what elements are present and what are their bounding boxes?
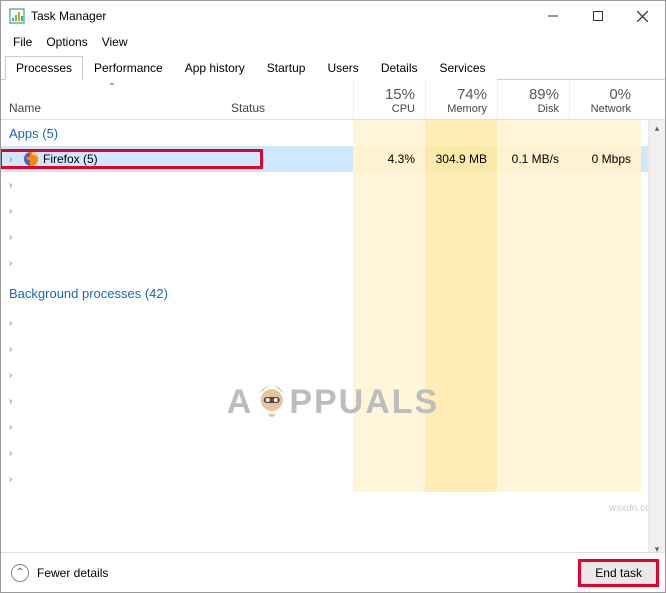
expand-chevron-icon[interactable]: › (9, 180, 19, 191)
expand-chevron-icon[interactable]: › (9, 154, 19, 165)
footer: ⌃ Fewer details End task (1, 552, 665, 592)
column-network[interactable]: 0% Network (569, 80, 641, 119)
maximize-button[interactable] (575, 1, 620, 31)
tab-startup[interactable]: Startup (256, 56, 317, 80)
column-headers: ⌃ Name Status 15% CPU 74% Memory 89% Dis… (1, 80, 665, 120)
process-name-cell: › Firefox (5) (1, 151, 261, 167)
expand-chevron-icon[interactable]: › (9, 474, 19, 485)
process-row-firefox[interactable]: › Firefox (5) 4.3% 304.9 MB 0.1 MB/s 0 M… (1, 146, 648, 172)
column-disk[interactable]: 89% Disk (497, 80, 569, 119)
expand-chevron-icon[interactable]: › (9, 206, 19, 217)
close-button[interactable] (620, 1, 665, 31)
column-disk-label: Disk (498, 103, 559, 115)
firefox-disk: 0.1 MB/s (497, 146, 569, 172)
firefox-memory: 304.9 MB (425, 146, 497, 172)
column-name[interactable]: ⌃ Name (1, 80, 223, 119)
scroll-up-icon[interactable]: ▴ (649, 120, 665, 137)
column-memory[interactable]: 74% Memory (425, 80, 497, 119)
minimize-button[interactable] (530, 1, 575, 31)
expand-chevron-icon[interactable]: › (9, 448, 19, 459)
column-status[interactable]: Status (223, 80, 353, 119)
menu-options[interactable]: Options (40, 33, 93, 51)
process-row[interactable]: › (1, 224, 648, 250)
network-usage-total: 0% (570, 86, 631, 103)
scrollbar[interactable]: ▴ ▾ (648, 120, 665, 558)
expand-chevron-icon[interactable]: › (9, 232, 19, 243)
titlebar: Task Manager (1, 1, 665, 31)
firefox-network: 0 Mbps (569, 146, 641, 172)
process-row[interactable]: › (1, 250, 648, 276)
expand-chevron-icon[interactable]: › (9, 370, 19, 381)
group-apps-label: Apps (5) (1, 120, 223, 148)
tab-processes[interactable]: Processes (5, 56, 83, 80)
fewer-details-button[interactable]: ⌃ Fewer details (11, 564, 108, 582)
group-background[interactable]: Background processes (42) (1, 276, 648, 310)
column-name-label: Name (9, 101, 41, 115)
sort-indicator-icon: ⌃ (108, 82, 116, 93)
column-cpu[interactable]: 15% CPU (353, 80, 425, 119)
process-list: Apps (5) › Firefox (5) 4.3% 304.9 MB 0.1… (1, 120, 665, 558)
expand-chevron-icon[interactable]: › (9, 396, 19, 407)
window-title: Task Manager (31, 9, 530, 23)
process-name: Firefox (5) (43, 152, 98, 166)
cpu-usage-total: 15% (354, 86, 415, 103)
tab-performance[interactable]: Performance (83, 56, 174, 80)
menu-view[interactable]: View (96, 33, 134, 51)
process-row[interactable]: › (1, 388, 648, 414)
task-manager-icon (9, 8, 25, 24)
menu-file[interactable]: File (7, 33, 38, 51)
menubar: File Options View (1, 31, 665, 55)
process-row[interactable]: › (1, 336, 648, 362)
process-row[interactable]: › (1, 198, 648, 224)
memory-usage-total: 74% (426, 86, 487, 103)
group-background-label: Background processes (42) (1, 278, 223, 308)
disk-usage-total: 89% (498, 86, 559, 103)
column-status-label: Status (231, 101, 265, 115)
tab-strip: Processes Performance App history Startu… (1, 55, 665, 80)
expand-chevron-icon[interactable]: › (9, 422, 19, 433)
process-row[interactable]: › (1, 440, 648, 466)
process-row[interactable]: › (1, 466, 648, 492)
tab-services[interactable]: Services (429, 56, 497, 80)
end-task-button[interactable]: End task (580, 561, 657, 585)
firefox-icon (23, 151, 39, 167)
tab-users[interactable]: Users (316, 56, 369, 80)
column-memory-label: Memory (426, 103, 487, 115)
process-row[interactable]: › (1, 414, 648, 440)
process-row[interactable]: › (1, 172, 648, 198)
group-apps[interactable]: Apps (5) (1, 120, 648, 146)
column-cpu-label: CPU (354, 103, 415, 115)
process-row[interactable]: › (1, 362, 648, 388)
expand-chevron-icon[interactable]: › (9, 318, 19, 329)
tab-app-history[interactable]: App history (174, 56, 256, 80)
column-network-label: Network (570, 103, 631, 115)
expand-chevron-icon[interactable]: › (9, 258, 19, 269)
chevron-up-icon: ⌃ (11, 564, 29, 582)
process-row[interactable]: › (1, 310, 648, 336)
tab-details[interactable]: Details (370, 56, 429, 80)
expand-chevron-icon[interactable]: › (9, 344, 19, 355)
firefox-cpu: 4.3% (353, 146, 425, 172)
fewer-details-label: Fewer details (37, 566, 108, 580)
